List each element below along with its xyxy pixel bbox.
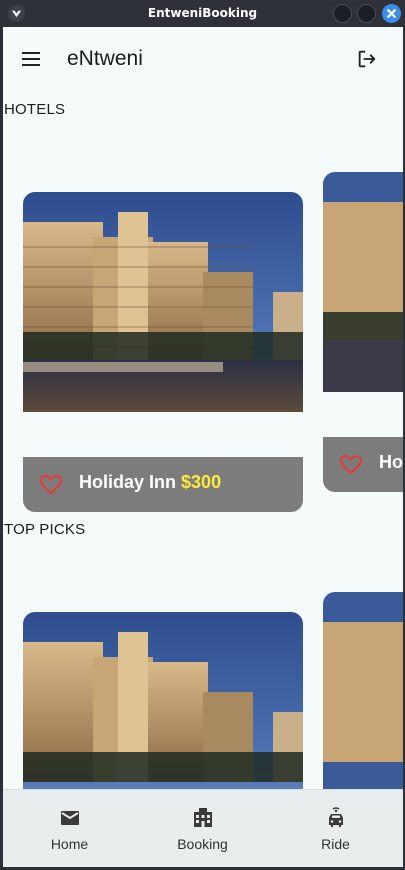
- mail-icon: [60, 811, 79, 825]
- hotel-name-price: Ho: [379, 452, 403, 473]
- taxi-icon: [328, 807, 343, 827]
- close-icon: [387, 9, 396, 18]
- hotel-card[interactable]: Ho: [323, 172, 403, 492]
- favorite-button[interactable]: [39, 473, 63, 497]
- hotel-photo: [323, 172, 403, 392]
- hotel-photo: [23, 192, 303, 412]
- close-button[interactable]: [382, 4, 401, 23]
- top-pick-photo: [323, 592, 403, 812]
- nav-booking[interactable]: Booking: [136, 790, 269, 867]
- minimize-button[interactable]: [333, 4, 352, 23]
- hotel-name: Holiday Inn: [79, 472, 177, 492]
- bottom-navigation: Home Booking Ride: [3, 789, 403, 867]
- hotel-caption: Holiday Inn $300: [23, 457, 303, 512]
- favorite-button[interactable]: [339, 453, 363, 477]
- hotel-card[interactable]: Holiday Inn $300: [23, 192, 303, 512]
- hotel-name: Ho: [379, 452, 403, 472]
- menu-button[interactable]: [19, 47, 43, 71]
- nav-ride-label: Ride: [321, 836, 350, 852]
- app-body: eNtweni HOTELS Holiday Inn $300 Ho TOP P…: [3, 27, 403, 867]
- nav-home[interactable]: Home: [3, 790, 136, 867]
- heart-outline-icon: [339, 454, 363, 475]
- hotel-name-price: Holiday Inn $300: [79, 472, 221, 493]
- app-title: eNtweni: [67, 47, 143, 70]
- section-label-top-picks: TOP PICKS: [4, 521, 86, 538]
- nav-home-label: Home: [50, 836, 89, 852]
- top-pick-card[interactable]: [323, 592, 403, 812]
- section-label-hotels: HOTELS: [4, 101, 66, 118]
- logout-icon: [358, 50, 376, 68]
- logout-button[interactable]: [355, 47, 379, 71]
- window-titlebar: EntweniBooking: [0, 0, 405, 27]
- hamburger-menu-icon: [22, 52, 40, 66]
- nav-ride[interactable]: Ride: [269, 790, 402, 867]
- hotel-building-icon: [193, 808, 212, 827]
- maximize-button[interactable]: [357, 4, 376, 23]
- heart-outline-icon: [39, 474, 63, 495]
- hotel-price: $300: [181, 472, 222, 492]
- hotel-caption: Ho: [323, 437, 403, 492]
- app-bar: eNtweni: [3, 27, 403, 91]
- nav-booking-label: Booking: [177, 836, 228, 852]
